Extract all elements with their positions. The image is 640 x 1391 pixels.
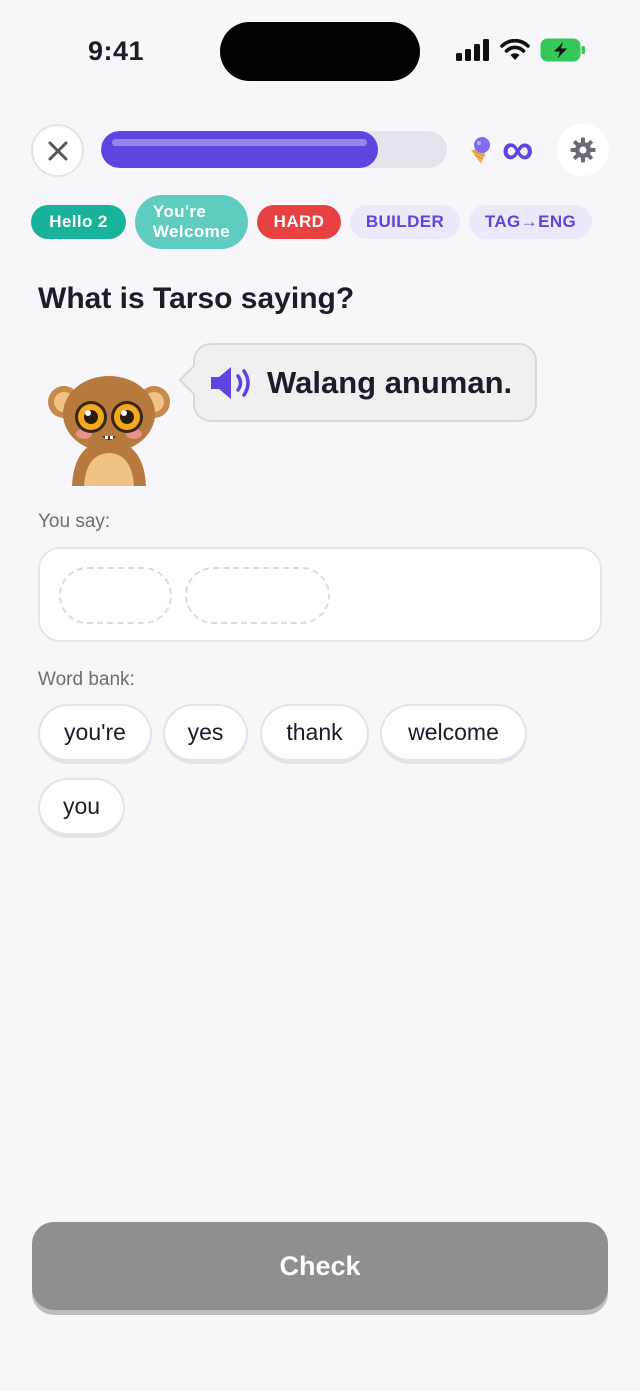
tag-difficulty: HARD — [257, 205, 341, 239]
lesson-progress-bar — [101, 131, 447, 168]
tag-mode: BUILDER — [350, 205, 460, 239]
word-chip-thank[interactable]: thank — [260, 704, 369, 764]
ice-cream-icon — [471, 137, 490, 164]
speech-bubble-tail — [178, 364, 210, 396]
question-title: What is Tarso saying? — [38, 282, 355, 315]
signal-icon — [456, 39, 489, 61]
status-bar: 9:41 — [0, 0, 640, 100]
speaker-icon[interactable] — [209, 365, 255, 401]
dynamic-island — [220, 22, 420, 81]
infinity-icon: ∞ — [502, 125, 534, 174]
lesson-tags: Hello 2 You're Welcome HARD BUILDER TAG→… — [31, 194, 631, 250]
status-icons — [456, 38, 586, 62]
check-button[interactable]: Check — [32, 1222, 608, 1310]
word-chip-welcome[interactable]: welcome — [380, 704, 527, 764]
gear-icon — [570, 137, 596, 163]
progress-shine — [112, 139, 367, 146]
close-button[interactable] — [31, 124, 84, 177]
word-chip-you[interactable]: you — [38, 778, 125, 838]
status-time: 9:41 — [88, 36, 145, 66]
speech-text: Walang anuman. — [267, 364, 513, 400]
mascot-tarsier — [48, 376, 170, 486]
tag-topic-line1: You're — [152, 202, 207, 221]
settings-button[interactable] — [557, 124, 609, 176]
word-chip-youre[interactable]: you're — [38, 704, 152, 764]
answer-slot[interactable] — [185, 567, 330, 624]
word-chip-yes[interactable]: yes — [163, 704, 248, 764]
tag-lesson: Hello 2 — [31, 205, 126, 239]
speech-bubble[interactable]: Walang anuman. — [178, 343, 537, 422]
you-say-label: You say: — [38, 511, 111, 532]
word-bank-label: Word bank: — [38, 669, 135, 690]
lesson-progress-fill — [101, 131, 378, 168]
wifi-icon — [500, 39, 530, 60]
answer-slot[interactable] — [59, 567, 172, 624]
tag-direction: TAG→ENG — [469, 205, 592, 239]
answer-box[interactable] — [38, 547, 602, 642]
battery-icon — [540, 38, 585, 62]
tag-topic-line2: Welcome — [152, 222, 231, 241]
tag-topic: You're Welcome — [135, 195, 248, 249]
close-icon — [48, 141, 67, 160]
